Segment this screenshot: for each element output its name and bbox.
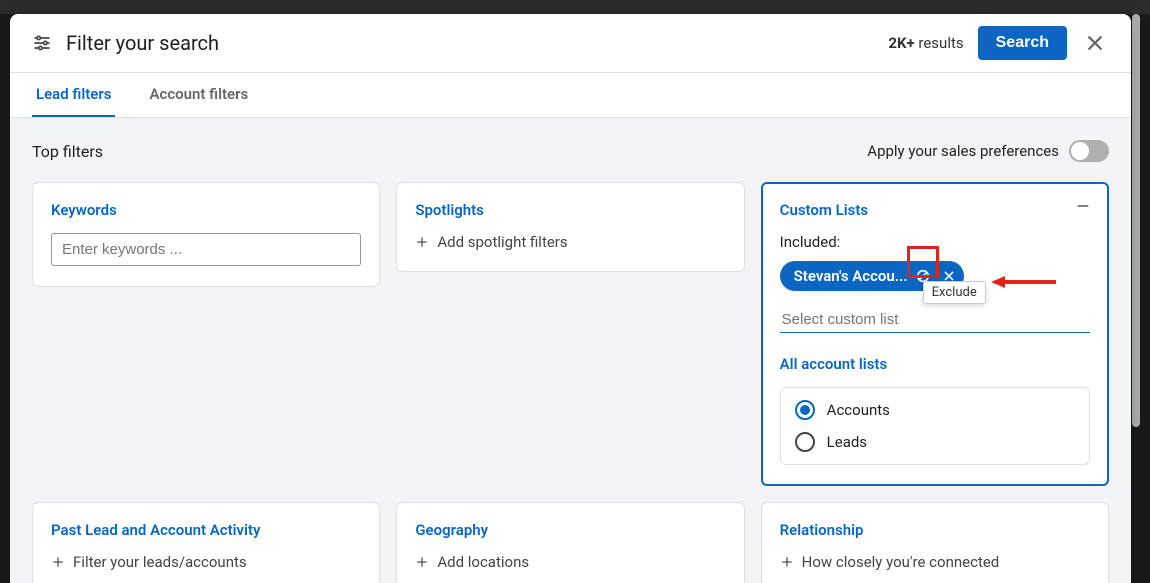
card-geography: Geography Add locations xyxy=(396,502,744,583)
chip-label: Stevan's Accou... xyxy=(794,267,908,285)
card-relationship: Relationship How closely you're connecte… xyxy=(761,502,1109,583)
select-custom-list-input[interactable] xyxy=(780,307,1090,333)
radio-icon xyxy=(795,432,815,452)
tabs: Lead filters Account filters xyxy=(10,73,1131,118)
add-relationship-label: How closely you're connected xyxy=(802,553,1000,571)
card-title-rel: Relationship xyxy=(780,521,1090,539)
card-keywords: Keywords xyxy=(32,182,380,287)
tab-lead-filters[interactable]: Lead filters xyxy=(32,73,115,117)
plus-icon xyxy=(415,235,429,249)
card-title-spotlights: Spotlights xyxy=(415,201,725,219)
add-spotlight-label: Add spotlight filters xyxy=(437,233,567,251)
add-locations[interactable]: Add locations xyxy=(415,553,725,571)
close-icon[interactable] xyxy=(1081,29,1109,57)
card-title-geo: Geography xyxy=(415,521,725,539)
filter-modal: Filter your search 2K+ results Search Le… xyxy=(10,14,1131,583)
add-spotlight-filters[interactable]: Add spotlight filters xyxy=(415,233,725,251)
all-account-lists-link[interactable]: All account lists xyxy=(780,355,1090,373)
radio-icon xyxy=(795,400,815,420)
card-spotlights: Spotlights Add spotlight filters xyxy=(396,182,744,272)
modal-body: Top filters Apply your sales preferences… xyxy=(10,118,1131,583)
card-past-activity: Past Lead and Account Activity Filter yo… xyxy=(32,502,380,583)
annotation-arrow xyxy=(991,274,1056,290)
radio-accounts[interactable]: Accounts xyxy=(795,400,1075,420)
list-type-radio-group: Accounts Leads xyxy=(780,387,1090,465)
add-locations-label: Add locations xyxy=(437,553,529,571)
section-title: Top filters xyxy=(32,142,103,161)
plus-icon xyxy=(780,555,794,569)
sales-preferences-toggle-row: Apply your sales preferences xyxy=(867,140,1109,162)
add-past-activity[interactable]: Filter your leads/accounts xyxy=(51,553,361,571)
radio-leads-label: Leads xyxy=(827,433,867,451)
plus-icon xyxy=(51,555,65,569)
collapse-icon[interactable] xyxy=(1075,198,1091,218)
card-title-past: Past Lead and Account Activity xyxy=(51,521,361,539)
tab-account-filters[interactable]: Account filters xyxy=(145,73,252,117)
radio-leads[interactable]: Leads xyxy=(795,432,1075,452)
card-custom-lists: Custom Lists Included: Stevan's Accou... xyxy=(761,182,1109,486)
exclude-tooltip: Exclude xyxy=(923,281,986,304)
preferences-label: Apply your sales preferences xyxy=(867,142,1059,160)
modal-title: Filter your search xyxy=(66,31,874,55)
radio-accounts-label: Accounts xyxy=(827,401,890,419)
add-relationship[interactable]: How closely you're connected xyxy=(780,553,1090,571)
card-title-custom-lists: Custom Lists xyxy=(780,201,1090,219)
modal-header: Filter your search 2K+ results Search xyxy=(10,14,1131,73)
sliders-icon xyxy=(32,33,52,53)
add-past-label: Filter your leads/accounts xyxy=(73,553,247,571)
search-button[interactable]: Search xyxy=(978,26,1067,60)
preferences-toggle[interactable] xyxy=(1069,140,1109,162)
scrollbar[interactable] xyxy=(1132,14,1140,427)
plus-icon xyxy=(415,555,429,569)
card-title-keywords: Keywords xyxy=(51,201,361,219)
included-label: Included: xyxy=(780,233,1090,251)
keywords-input[interactable] xyxy=(51,233,361,266)
result-count: 2K+ results xyxy=(888,34,963,52)
